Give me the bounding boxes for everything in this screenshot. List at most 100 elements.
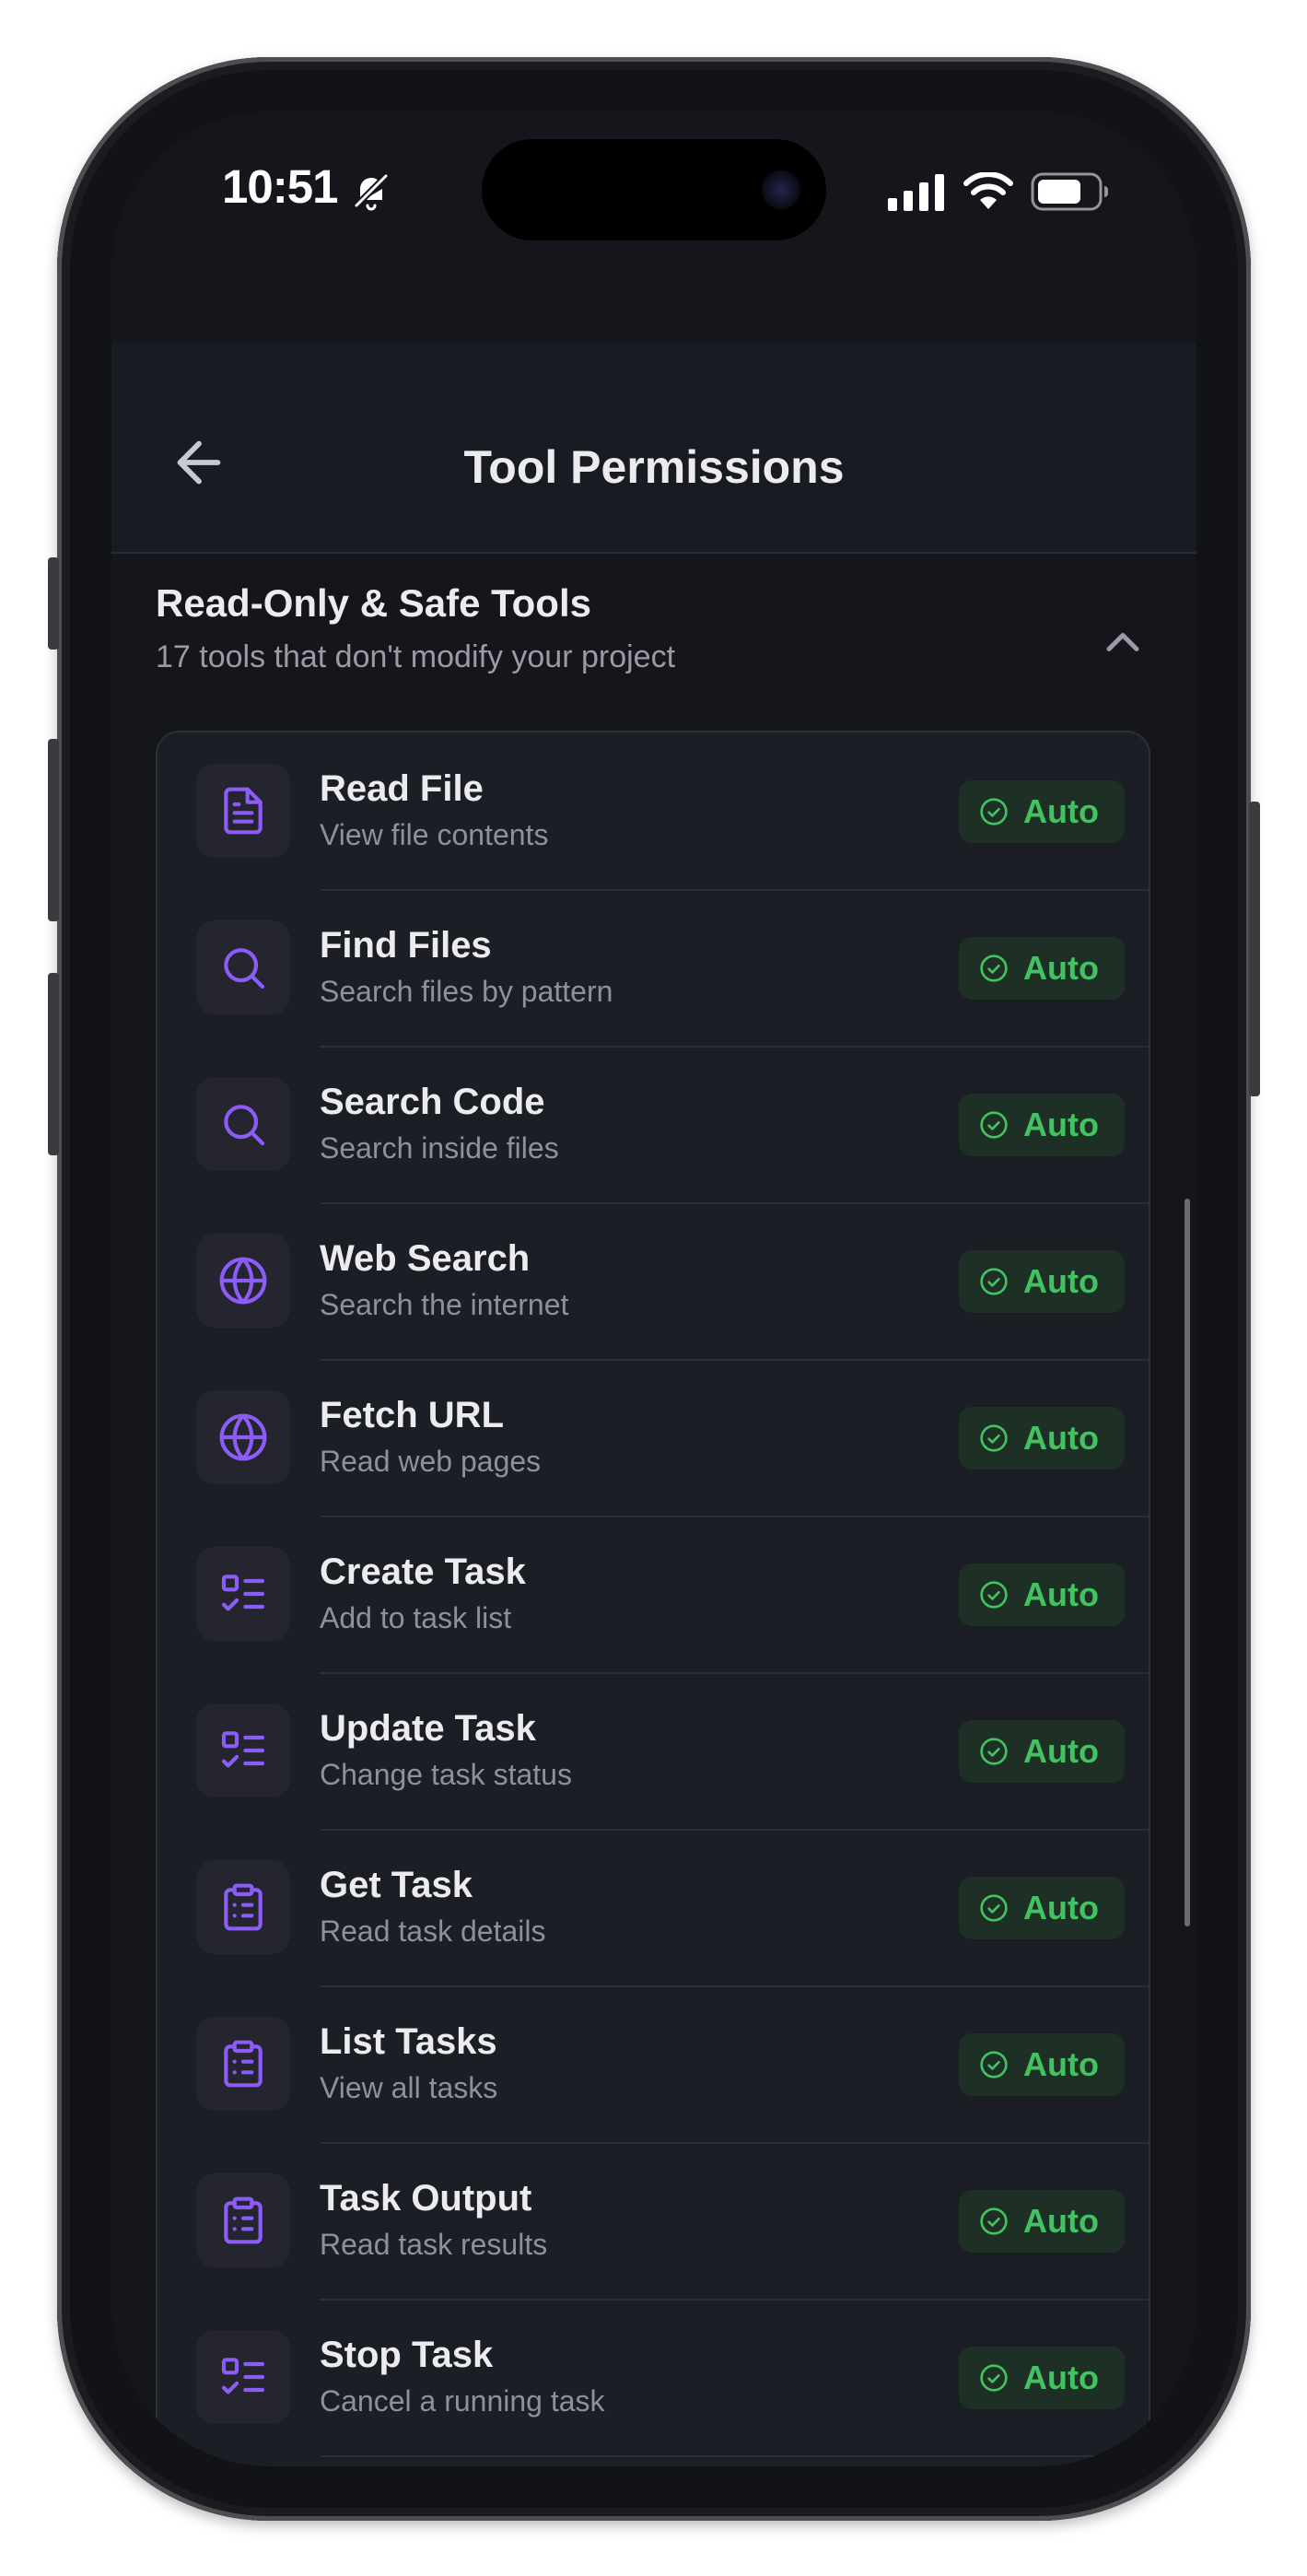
row-divider	[320, 1202, 1149, 1204]
check-circle-icon	[980, 2364, 1008, 2392]
search-icon	[224, 948, 265, 989]
tool-description: View file contents	[320, 818, 549, 851]
tool-name: Stop Task	[320, 2335, 494, 2375]
badge-label: Auto	[1023, 2045, 1099, 2083]
tool-description: Add to task list	[320, 1601, 512, 1634]
section-title: Read-Only & Safe Tools	[156, 581, 591, 625]
status-time: 10:51	[222, 160, 338, 213]
tool-row-web-search[interactable]: Web Search Search the internet Auto	[158, 1202, 1149, 1359]
section-header[interactable]: Read-Only & Safe Tools 17 tools that don…	[156, 580, 1150, 690]
tool-description: Read task results	[320, 2228, 548, 2261]
tool-icon-container	[196, 920, 290, 1014]
tool-icon-container	[196, 2173, 290, 2267]
tool-row-fetch-url[interactable]: Fetch URL Read web pages Auto	[158, 1359, 1149, 1516]
permission-badge[interactable]: Auto	[959, 2190, 1125, 2253]
permission-badge[interactable]: Auto	[959, 1720, 1125, 1783]
tool-name: Create Task	[320, 1551, 526, 1592]
badge-label: Auto	[1023, 2359, 1099, 2396]
tool-icon-container	[196, 2330, 290, 2424]
tool-icon-container	[196, 1077, 290, 1171]
power-button	[1249, 802, 1260, 1096]
action-button	[48, 557, 59, 650]
tool-row-search-code[interactable]: Search Code Search inside files Auto	[158, 1046, 1149, 1202]
tool-row-stop-task[interactable]: Stop Task Cancel a running task Auto	[158, 2299, 1149, 2455]
tool-description: Search inside files	[320, 1131, 559, 1165]
permission-badge[interactable]: Auto	[959, 937, 1125, 1000]
volume-up-button	[48, 739, 59, 921]
badge-label: Auto	[1023, 1262, 1099, 1300]
tool-name: Search Code	[320, 1082, 545, 1122]
permission-badge[interactable]: Auto	[959, 2033, 1125, 2096]
section-subtitle: 17 tools that don't modify your project	[156, 639, 676, 674]
tool-row-list-tasks[interactable]: List Tasks View all tasks Auto	[158, 1985, 1149, 2142]
tool-row-get-task[interactable]: Get Task Read task details Auto	[158, 1829, 1149, 1985]
globe-icon	[219, 1413, 267, 1461]
tool-description: Cancel a running task	[320, 2384, 605, 2418]
tool-icon-container	[196, 764, 290, 858]
tool-icon-container	[196, 2017, 290, 2111]
permission-badge[interactable]: Auto	[959, 1094, 1125, 1156]
row-divider	[320, 1046, 1149, 1048]
permission-badge[interactable]: Auto	[959, 1250, 1125, 1313]
list-checks-icon	[221, 2358, 265, 2395]
check-circle-icon	[980, 1424, 1008, 1452]
tool-name: Find Files	[320, 925, 492, 966]
badge-label: Auto	[1023, 1732, 1099, 1770]
tool-row-update-task[interactable]: Update Task Change task status Auto	[158, 1672, 1149, 1829]
tool-row-task-output[interactable]: Task Output Read task results Auto	[158, 2142, 1149, 2299]
tool-name: Update Task	[320, 1708, 536, 1749]
tool-row-find-files[interactable]: Find Files Search files by pattern Auto	[158, 889, 1149, 1046]
page-title: Tool Permissions	[463, 441, 845, 493]
row-divider	[320, 1672, 1149, 1674]
tool-icon-container	[196, 1704, 290, 1797]
check-circle-icon	[980, 954, 1008, 982]
tool-name: Task Output	[320, 2178, 532, 2219]
tool-description: View all tasks	[320, 2071, 498, 2104]
app-screen: 10:51 Tool Permissions Read-Only & Safe …	[111, 111, 1196, 2466]
dynamic-island	[482, 139, 826, 240]
wifi-icon	[963, 172, 1013, 209]
tool-row-create-task[interactable]: Create Task Add to task list Auto	[158, 1516, 1149, 1672]
tool-icon-container	[196, 1390, 290, 1484]
row-divider	[320, 2299, 1149, 2301]
list-checks-icon	[221, 1575, 265, 1611]
list-checks-icon	[221, 1731, 265, 1768]
cellular-signal-icon	[888, 174, 944, 211]
scrollbar[interactable]	[1184, 1199, 1190, 1926]
chevron-up-icon	[1106, 633, 1139, 651]
tool-name: Get Task	[320, 1865, 473, 1905]
tool-description: Change task status	[320, 1758, 572, 1791]
tool-row-read-file[interactable]: Read File View file contents Auto	[158, 732, 1149, 889]
tool-list: Read File View file contents Auto Find F…	[156, 731, 1150, 2466]
row-divider	[320, 889, 1149, 891]
permission-badge[interactable]: Auto	[959, 780, 1125, 843]
tool-icon-container	[196, 1234, 290, 1328]
badge-label: Auto	[1023, 1575, 1099, 1613]
badge-label: Auto	[1023, 1889, 1099, 1926]
check-circle-icon	[980, 1581, 1008, 1609]
tool-row-ask-question[interactable]: Ask Question Prompt you for input Auto	[158, 2455, 1149, 2466]
badge-label: Auto	[1023, 949, 1099, 987]
check-circle-icon	[980, 2051, 1008, 2078]
globe-icon	[219, 1257, 267, 1305]
row-divider	[320, 1516, 1149, 1517]
collapse-section-button[interactable]	[1095, 615, 1150, 670]
tool-icon-container	[196, 1860, 290, 1954]
check-circle-icon	[980, 1268, 1008, 1295]
check-circle-icon	[980, 1738, 1008, 1765]
tool-description: Search files by pattern	[320, 975, 613, 1008]
search-icon	[224, 1105, 265, 1146]
tool-icon-container	[196, 1547, 290, 1641]
permission-badge[interactable]: Auto	[959, 1563, 1125, 1626]
check-circle-icon	[980, 798, 1008, 825]
clipboard-list-icon	[224, 1883, 263, 1931]
permission-badge[interactable]: Auto	[959, 1877, 1125, 1939]
check-circle-icon	[980, 1894, 1008, 1922]
tool-description: Read web pages	[320, 1445, 542, 1478]
permission-badge[interactable]: Auto	[959, 2347, 1125, 2409]
row-divider	[320, 2142, 1149, 2144]
badge-label: Auto	[1023, 1419, 1099, 1457]
tool-name: Read File	[320, 768, 484, 809]
permission-badge[interactable]: Auto	[959, 1407, 1125, 1469]
row-divider	[320, 2455, 1149, 2457]
